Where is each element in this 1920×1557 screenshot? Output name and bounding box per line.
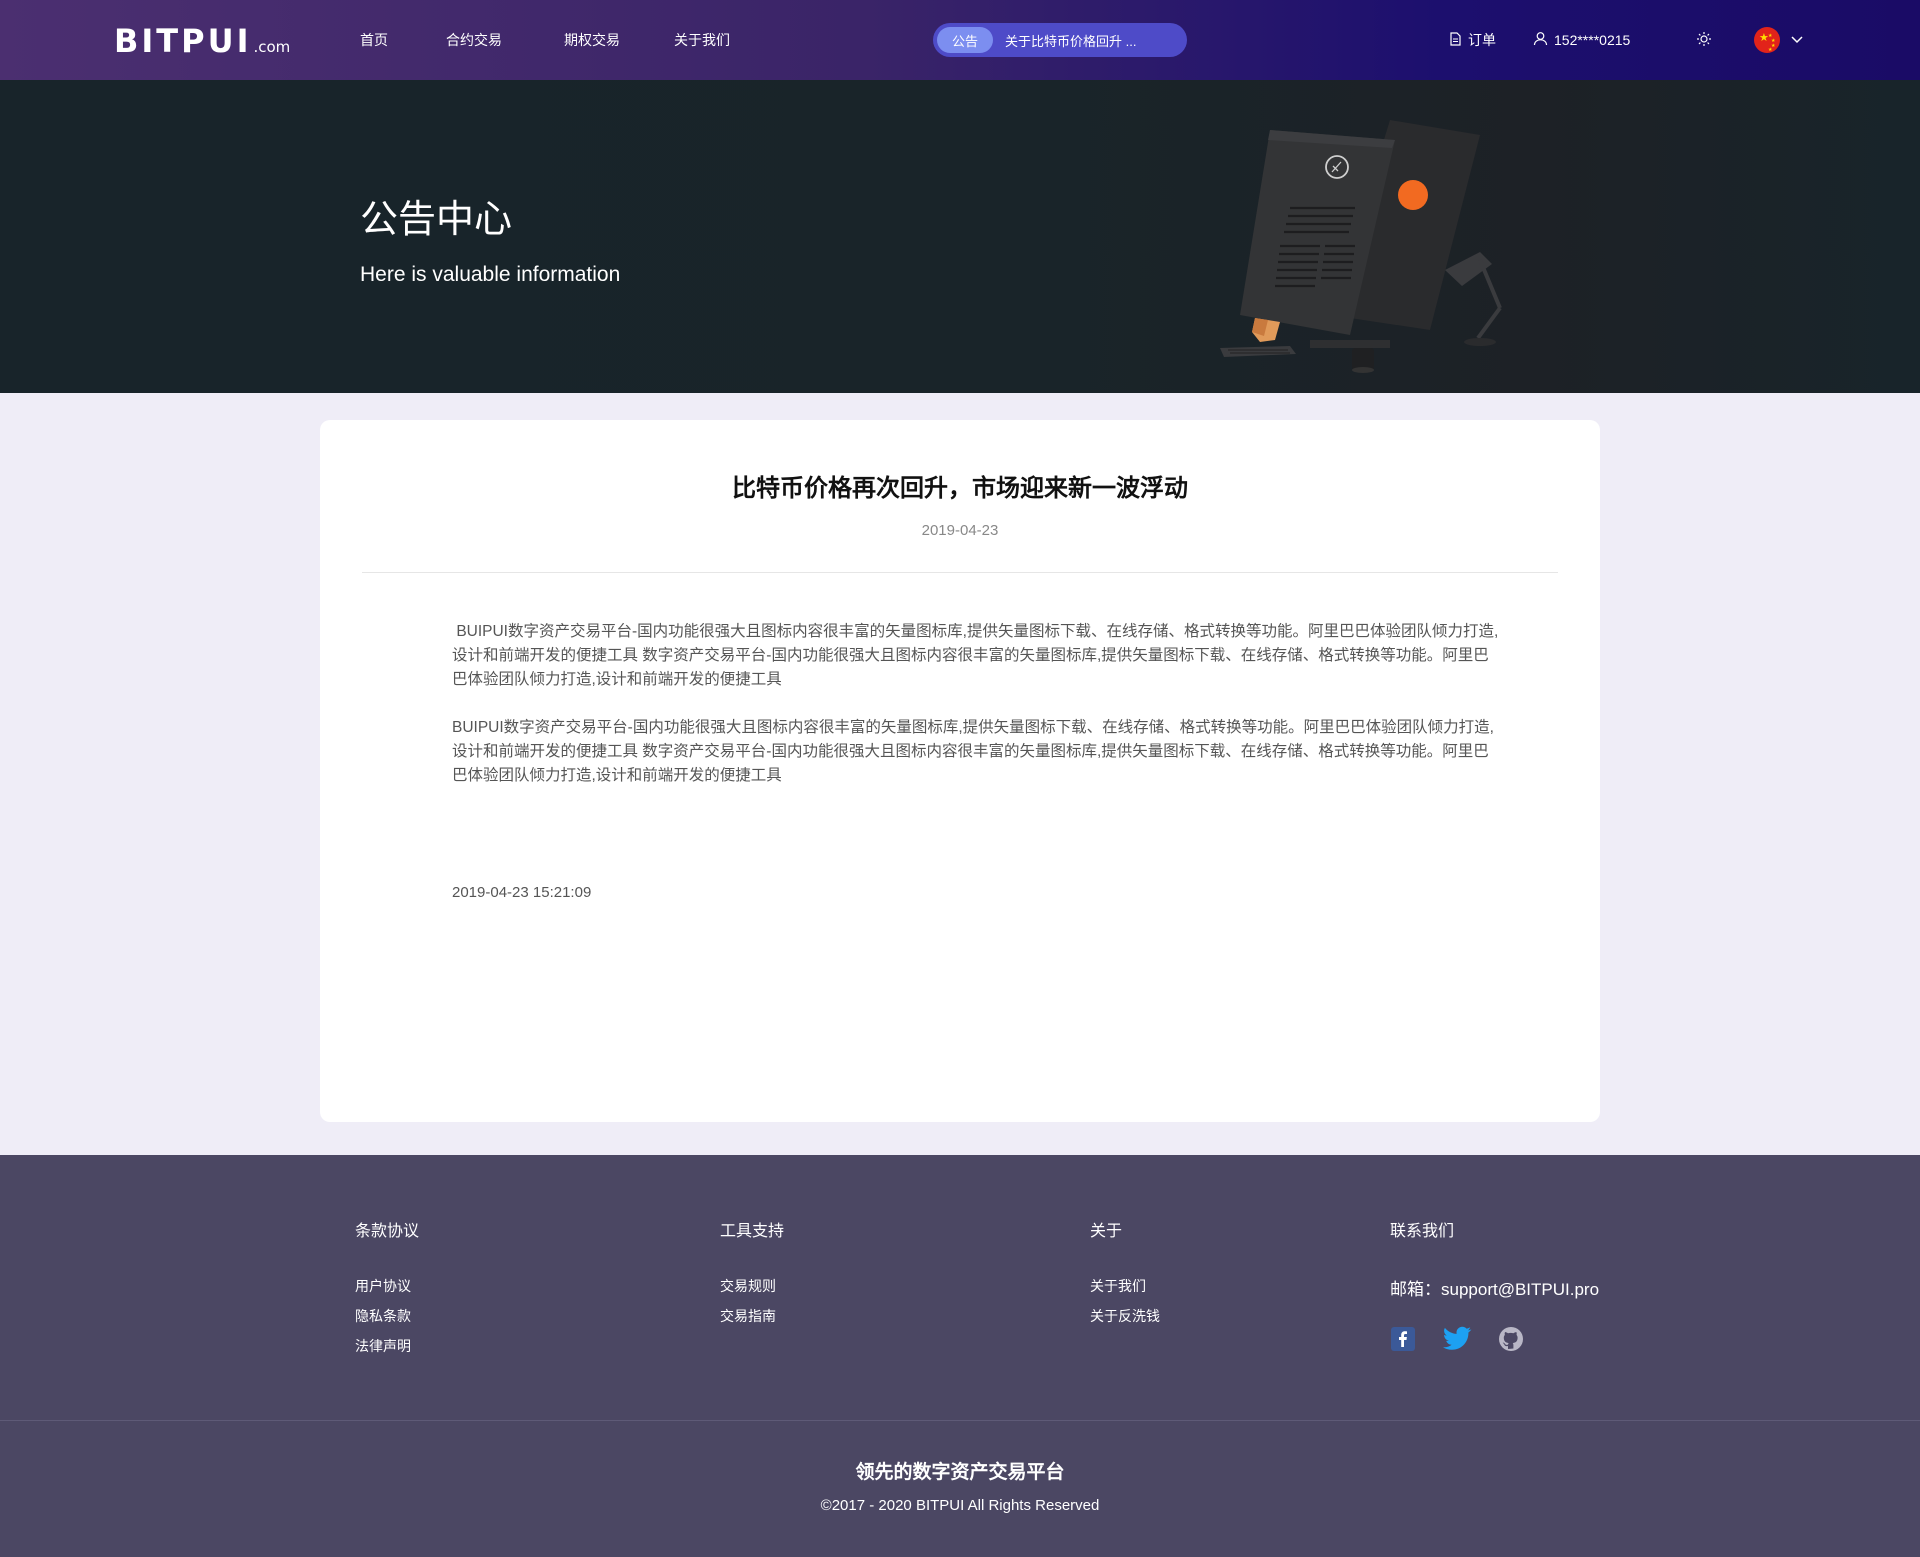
article-date: 2019-04-23	[921, 522, 999, 539]
computer-illustration-icon	[1180, 100, 1540, 385]
footer-col-title: 联系我们	[1390, 1223, 1455, 1240]
contact-email[interactable]: 邮箱：support@BITPUI.pro	[1390, 1275, 1599, 1300]
user-menu[interactable]: 152****0215	[1533, 0, 1630, 80]
footer-col-tools: 工具支持 交易规则 交易指南	[720, 1217, 784, 1337]
hero-subtitle: Here is valuable information	[360, 263, 621, 286]
footer-copyright: ©2017 - 2020 BITPUI All Rights Reserved	[820, 1497, 1100, 1514]
footer-slogan: 领先的数字资产交易平台	[855, 1462, 1065, 1483]
nav-contract-trading[interactable]: 合约交易	[446, 30, 502, 50]
notice-ticker[interactable]: 公告 关于比特币价格回升 ...	[933, 23, 1187, 57]
link-trading-rules[interactable]: 交易规则	[720, 1277, 784, 1295]
article-body: BUIPUI数字资产交易平台-国内功能很强大且图标内容很丰富的矢量图标库,提供矢…	[452, 620, 1502, 812]
footer-col-title: 工具支持	[720, 1223, 785, 1240]
theme-toggle[interactable]	[1696, 0, 1718, 80]
footer-col-contact: 联系我们 邮箱：support@BITPUI.pro	[1390, 1217, 1599, 1352]
chevron-down-icon	[1790, 32, 1810, 48]
github-icon[interactable]	[1498, 1326, 1524, 1352]
facebook-icon[interactable]	[1390, 1326, 1416, 1352]
notice-tag: 公告	[937, 27, 993, 53]
divider	[362, 572, 1558, 573]
logo-text: BITPUI	[114, 22, 252, 60]
sun-icon	[1696, 31, 1718, 50]
twitter-icon[interactable]	[1442, 1326, 1472, 1352]
nav-home[interactable]: 首页	[360, 30, 388, 50]
logo[interactable]: BITPUI .com	[114, 22, 290, 60]
article-card: 比特币价格再次回升，市场迎来新一波浮动 2019-04-23 BUIPUI数字资…	[320, 420, 1600, 1122]
hero-title: 公告中心	[360, 199, 513, 241]
top-header: BITPUI .com 首页 合约交易 期权交易 关于我们 公告 关于比特币价格回…	[0, 0, 1920, 80]
footer-divider	[0, 1420, 1920, 1421]
main-nav: 首页 合约交易 期权交易 关于我们	[360, 0, 730, 80]
link-privacy-policy[interactable]: 隐私条款	[355, 1307, 419, 1325]
notice-text: 关于比特币价格回升 ...	[1005, 33, 1137, 49]
footer-col-terms: 条款协议 用户协议 隐私条款 法律声明	[355, 1217, 419, 1367]
nav-about-us[interactable]: 关于我们	[674, 30, 730, 50]
article-paragraph: BUIPUI数字资产交易平台-国内功能很强大且图标内容很丰富的矢量图标库,提供矢…	[452, 719, 1494, 784]
language-selector[interactable]: ★ ★ ★ ★ ★	[1754, 0, 1810, 80]
link-user-agreement[interactable]: 用户协议	[355, 1277, 419, 1295]
footer-col-about: 关于 关于我们 关于反洗钱	[1090, 1217, 1160, 1337]
document-icon	[1448, 31, 1468, 49]
article-timestamp: 2019-04-23 15:21:09	[452, 884, 592, 901]
footer-col-title: 条款协议	[355, 1223, 420, 1240]
nav-options-trading[interactable]: 期权交易	[564, 30, 620, 50]
link-trading-guide[interactable]: 交易指南	[720, 1307, 784, 1325]
china-flag-icon: ★ ★ ★ ★ ★	[1754, 27, 1780, 53]
footer: 条款协议 用户协议 隐私条款 法律声明 工具支持 交易规则 交易指南 关于 关于…	[0, 1155, 1920, 1557]
link-about-us[interactable]: 关于我们	[1090, 1277, 1160, 1295]
article-paragraph: BUIPUI数字资产交易平台-国内功能很强大且图标内容很丰富的矢量图标库,提供矢…	[452, 623, 1499, 688]
logo-suffix: .com	[253, 38, 291, 56]
hero-banner: 公告中心 Here is valuable information	[0, 80, 1920, 393]
link-anti-money-laundering[interactable]: 关于反洗钱	[1090, 1307, 1160, 1325]
orders-label: 订单	[1468, 32, 1496, 48]
footer-col-title: 关于	[1090, 1223, 1123, 1240]
orders-link[interactable]: 订单	[1448, 0, 1496, 80]
user-icon	[1533, 31, 1554, 49]
link-legal-notice[interactable]: 法律声明	[355, 1337, 419, 1355]
social-links	[1390, 1326, 1599, 1352]
article-title: 比特币价格再次回升，市场迎来新一波浮动	[732, 475, 1188, 502]
user-label: 152****0215	[1554, 32, 1631, 48]
